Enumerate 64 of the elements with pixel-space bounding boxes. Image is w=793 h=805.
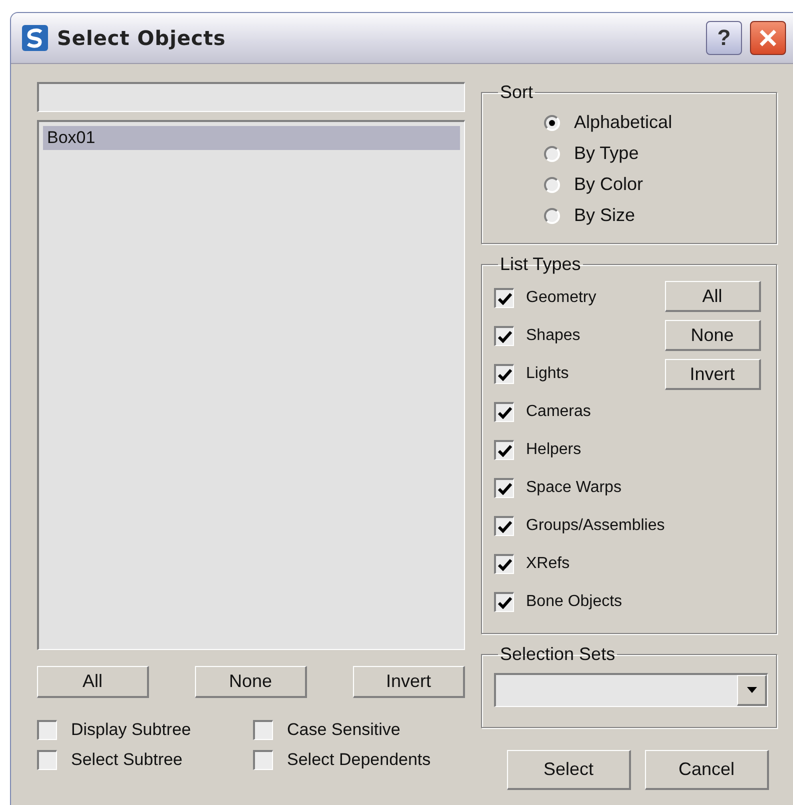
close-icon: [757, 27, 779, 49]
checkbox[interactable]: [253, 720, 273, 740]
checkbox-label: Geometry: [526, 289, 596, 307]
checkbox-label: Shapes: [526, 327, 580, 345]
checkbox-label: Select Subtree: [71, 750, 183, 770]
checkbox[interactable]: [494, 402, 514, 422]
checkbox-label: Helpers: [526, 441, 582, 459]
checkbox[interactable]: [494, 554, 514, 574]
checkbox[interactable]: [37, 720, 57, 740]
check-icon: [498, 596, 512, 608]
radio-label: By Size: [574, 205, 636, 226]
check-icon: [498, 482, 512, 494]
checkbox[interactable]: [253, 750, 273, 770]
selection-sets-dropdown[interactable]: [494, 673, 768, 707]
type-button[interactable]: All: [664, 281, 761, 312]
checkbox-label: Cameras: [526, 403, 591, 421]
checkbox-label: XRefs: [526, 555, 570, 573]
checkbox[interactable]: [494, 364, 514, 384]
group-title: Sort: [499, 82, 534, 103]
checkbox[interactable]: [494, 288, 514, 308]
check-icon: [498, 520, 512, 532]
checkbox-label: Display Subtree: [71, 720, 192, 740]
dialog-button[interactable]: Select: [507, 750, 631, 790]
check-icon: [498, 368, 512, 380]
dialog-button[interactable]: Cancel: [645, 750, 769, 790]
filter-field[interactable]: [37, 82, 465, 112]
checkbox[interactable]: [494, 440, 514, 460]
radio-button[interactable]: [544, 208, 560, 224]
close-button[interactable]: [750, 21, 786, 55]
checkbox-label: Select Dependents: [287, 750, 431, 770]
radio-button[interactable]: [544, 114, 560, 130]
check-icon: [498, 558, 512, 570]
group-title: List Types: [499, 254, 582, 275]
check-icon: [498, 406, 512, 418]
window-title: Select Objects: [57, 26, 227, 50]
check-icon: [498, 330, 512, 342]
type-button[interactable]: Invert: [664, 359, 761, 390]
dropdown-button[interactable]: [737, 675, 767, 706]
radio-button[interactable]: [544, 176, 560, 192]
checkbox-label: Lights: [526, 365, 569, 383]
checkbox-label: Bone Objects: [526, 593, 622, 611]
list-button[interactable]: None: [195, 666, 307, 698]
list-button[interactable]: All: [37, 666, 149, 698]
checkbox-label: Case Sensitive: [287, 720, 400, 740]
radio-button[interactable]: [544, 146, 560, 162]
type-button[interactable]: None: [664, 320, 761, 351]
radio-label: By Color: [574, 174, 644, 195]
checkbox[interactable]: [494, 592, 514, 612]
checkbox-label: Space Warps: [526, 479, 622, 497]
checkbox[interactable]: [494, 478, 514, 498]
app-logo-icon: [21, 24, 49, 52]
radio-label: Alphabetical: [574, 112, 672, 133]
checkbox-label: Groups/Assemblies: [526, 517, 665, 535]
radio-label: By Type: [574, 143, 639, 164]
list-button[interactable]: Invert: [353, 666, 465, 698]
checkbox[interactable]: [494, 516, 514, 536]
check-icon: [498, 444, 512, 456]
caret-icon: [746, 687, 756, 693]
list-item[interactable]: Box01: [43, 126, 460, 150]
help-button[interactable]: ?: [706, 21, 742, 55]
checkbox[interactable]: [494, 326, 514, 346]
check-icon: [498, 292, 512, 304]
group-title: Selection Sets: [499, 644, 616, 665]
checkbox[interactable]: [37, 750, 57, 770]
